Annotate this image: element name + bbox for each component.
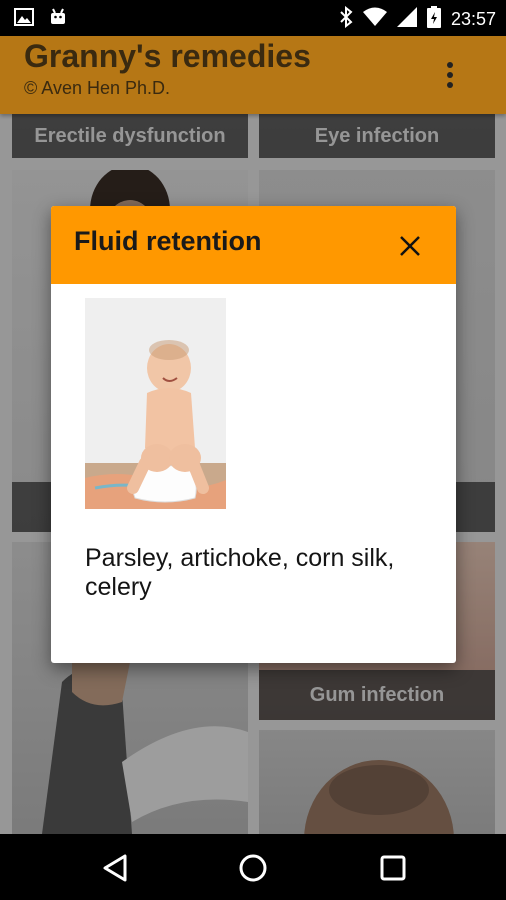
app-bar: Granny's remedies © Aven Hen Ph.D. bbox=[0, 36, 506, 114]
wifi-icon bbox=[362, 7, 387, 31]
status-bar: 23:57 bbox=[0, 0, 506, 36]
image-notification-icon bbox=[14, 7, 34, 31]
back-icon bbox=[103, 854, 127, 882]
home-button[interactable] bbox=[233, 848, 273, 888]
dialog-title: Fluid retention bbox=[74, 226, 262, 256]
remedy-text: Parsley, artichoke, corn silk, celery bbox=[85, 544, 395, 601]
overflow-menu-icon bbox=[447, 62, 453, 88]
android-notification-icon bbox=[48, 7, 68, 31]
close-button[interactable] bbox=[398, 234, 422, 258]
app-subtitle: © Aven Hen Ph.D. bbox=[24, 78, 171, 98]
close-icon bbox=[400, 236, 420, 256]
bluetooth-icon bbox=[339, 5, 353, 32]
home-icon bbox=[239, 854, 267, 882]
app-title: Granny's remedies bbox=[24, 38, 311, 74]
baby-on-potty-image bbox=[85, 298, 226, 509]
recents-button[interactable] bbox=[373, 848, 413, 888]
back-button[interactable] bbox=[95, 848, 135, 888]
remedy-dialog: Fluid retention Parsley, artichoke, corn… bbox=[51, 206, 456, 663]
screen: 23:57 Granny's remedies © Aven Hen Ph.D.… bbox=[0, 0, 506, 900]
cell-signal-icon bbox=[396, 7, 417, 31]
navigation-bar bbox=[0, 834, 506, 900]
recents-icon bbox=[380, 855, 406, 881]
overflow-menu-button[interactable] bbox=[436, 60, 464, 90]
status-time: 23:57 bbox=[450, 8, 496, 29]
dialog-header: Fluid retention bbox=[51, 206, 456, 284]
battery-icon bbox=[426, 6, 441, 32]
